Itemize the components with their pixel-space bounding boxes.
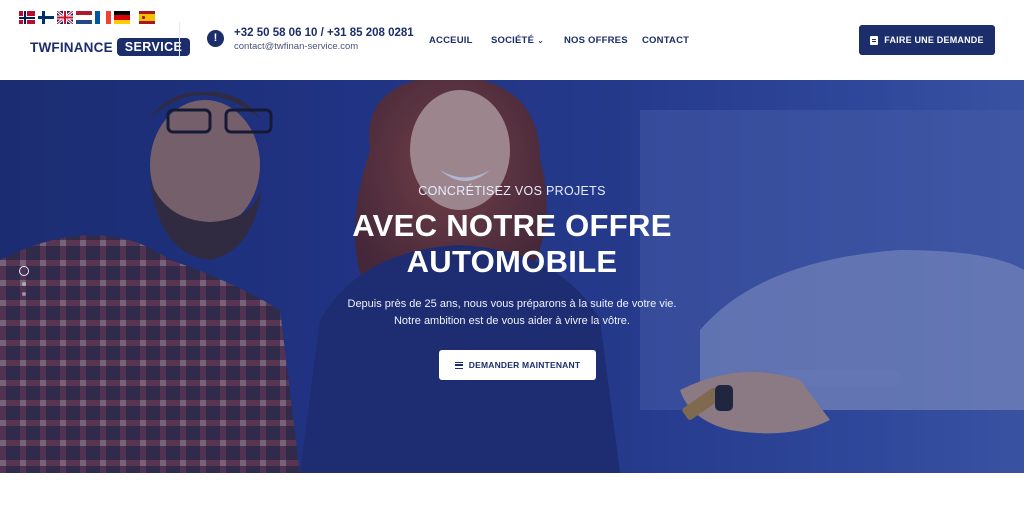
hero-title-line-2: AUTOMOBILE (406, 244, 618, 279)
flag-spain-icon[interactable] (139, 11, 155, 24)
logo-word: TWFINANCE (30, 39, 113, 55)
hero-description-line-1: Depuis près de 25 ans, nous vous préparo… (347, 298, 677, 310)
hero-description: Depuis près de 25 ans, nous vous préparo… (0, 296, 1024, 330)
flag-germany-icon[interactable] (114, 11, 130, 24)
slide-dot[interactable] (22, 282, 26, 286)
hero-title: AVEC NOTRE OFFRE AUTOMOBILE (0, 208, 1024, 280)
flag-finland-icon[interactable] (38, 11, 54, 24)
nav-item-nos-offres[interactable]: NOS OFFRES (564, 35, 628, 46)
chevron-down-icon: ⌄ (537, 36, 545, 45)
request-button-label: FAIRE UNE DEMANDE (884, 35, 984, 45)
request-now-button-label: DEMANDER MAINTENANT (468, 360, 581, 370)
language-flags (19, 11, 155, 24)
flag-france-icon[interactable] (95, 11, 111, 24)
nav-item-societe[interactable]: SOCIÉTÉ ⌄ (491, 35, 544, 46)
hero-subtitle: CONCRÉTISEZ VOS PROJETS (418, 184, 606, 198)
contact-phone[interactable]: +32 50 58 06 10 / +31 85 208 0281 (234, 27, 414, 39)
flag-netherlands-icon[interactable] (76, 11, 92, 24)
hero-description-line-2: Notre ambition est de vous aider à vivre… (393, 315, 630, 327)
site-logo[interactable]: TWFINANCE SERVICE (30, 38, 191, 56)
hero-title-line-1: AVEC NOTRE OFFRE (352, 208, 672, 243)
header-divider (179, 22, 180, 58)
site-header: TWFINANCE SERVICE ! +32 50 58 06 10 / +3… (0, 0, 1024, 80)
flag-norway-icon[interactable] (19, 11, 35, 24)
hero-banner: CONCRÉTISEZ VOS PROJETS AVEC NOTRE OFFRE… (0, 80, 1024, 473)
flag-uk-icon[interactable] (57, 11, 73, 24)
request-now-button[interactable]: DEMANDER MAINTENANT (439, 350, 596, 380)
page-content-start (0, 473, 1024, 520)
info-icon: ! (207, 30, 224, 47)
nav-item-contact[interactable]: CONTACT (642, 35, 689, 46)
request-button[interactable]: FAIRE UNE DEMANDE (859, 25, 995, 55)
nav-item-societe-label: SOCIÉTÉ (491, 35, 535, 46)
nav-item-accueil[interactable]: ACCEUIL (429, 35, 473, 46)
contact-email[interactable]: contact@twfinan-service.com (234, 41, 358, 52)
document-icon (870, 35, 879, 45)
menu-icon (454, 361, 463, 369)
